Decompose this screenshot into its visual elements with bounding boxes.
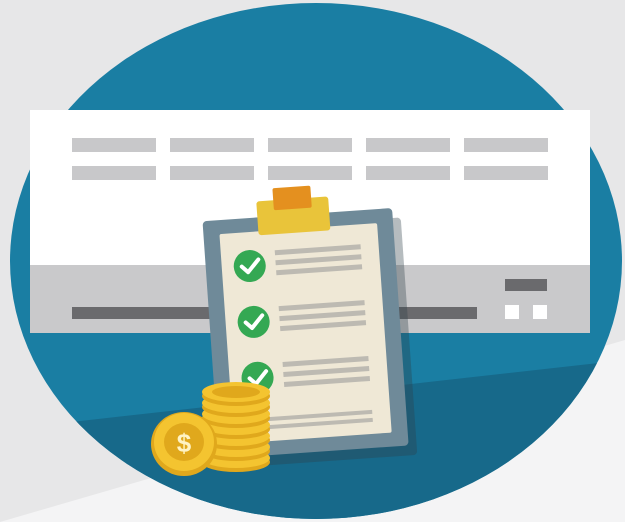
document-placeholder-cell	[366, 166, 450, 180]
coin-stack-top-inner	[212, 386, 260, 398]
document-placeholder-cell	[72, 138, 156, 152]
document-placeholder-cell	[366, 138, 450, 152]
coin-single: $	[151, 412, 217, 476]
document-placeholder-cell	[170, 138, 254, 152]
document-placeholder-cell	[170, 166, 254, 180]
document-square-2	[533, 305, 547, 319]
document-placeholder-cell	[72, 166, 156, 180]
document-placeholder-cell	[268, 166, 352, 180]
invoice-illustration: $	[0, 0, 625, 522]
document-placeholder-cell	[464, 138, 548, 152]
clipboard-clip-tab	[272, 185, 312, 211]
document-placeholder-cell	[464, 166, 548, 180]
document-placeholder-cell	[268, 138, 352, 152]
coin-single-symbol: $	[177, 428, 192, 458]
document-short-bar	[505, 279, 547, 291]
document-square-1	[505, 305, 519, 319]
